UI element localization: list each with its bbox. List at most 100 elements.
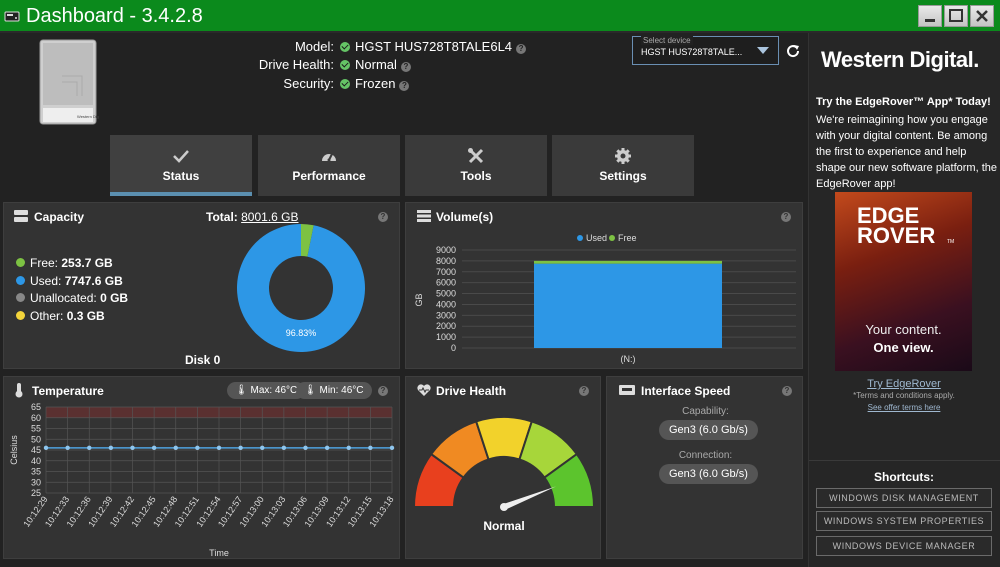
- banner-tm: TM: [947, 239, 955, 245]
- temp-point: [43, 445, 49, 451]
- unallocated-label: Unallocated:: [30, 291, 97, 305]
- volume-ytick-label: 4000: [436, 299, 456, 309]
- svg-text:Western Digital: Western Digital: [77, 114, 99, 119]
- temp-ytick-label: 50: [31, 434, 41, 444]
- shortcut-disk-management[interactable]: WINDOWS DISK MANAGEMENT: [816, 488, 992, 508]
- chevron-down-icon: [757, 47, 769, 54]
- tab-settings[interactable]: Settings: [552, 135, 694, 196]
- health-status-text: Normal: [483, 519, 525, 533]
- volume-ytick-label: 0: [451, 343, 456, 353]
- temp-point: [260, 445, 265, 451]
- temp-x-axis-label: Time: [209, 548, 229, 558]
- used-label: Used:: [30, 274, 62, 288]
- temp-ytick-label: 60: [31, 413, 41, 423]
- thermometer-icon: 🌡: [304, 385, 317, 396]
- hard-drive-image: Western Digital: [39, 39, 99, 125]
- volume-ytick-label: 5000: [436, 289, 456, 299]
- legend-free-label: Free: [618, 233, 637, 243]
- minimize-icon: [925, 19, 935, 22]
- total-value: 8001.6 GB: [241, 210, 299, 224]
- security-value: Frozen?: [340, 76, 410, 91]
- banner-tagline-1: Your content.: [865, 322, 942, 337]
- storage-icon: [14, 210, 28, 222]
- drive-health-title: Drive Health: [436, 384, 507, 398]
- close-icon: [976, 10, 988, 22]
- security-text: Frozen: [355, 76, 396, 91]
- legend-used-dot-icon: [577, 235, 583, 241]
- temp-point: [108, 445, 114, 451]
- interface-port-icon: [619, 385, 635, 395]
- health-gauge: [412, 416, 596, 511]
- heart-pulse-icon: [417, 384, 431, 396]
- shortcut-device-manager[interactable]: WINDOWS DEVICE MANAGER: [816, 536, 992, 556]
- ok-check-icon: [340, 60, 350, 70]
- gear-icon: [615, 148, 631, 164]
- close-button[interactable]: [970, 5, 994, 27]
- offer-terms-link[interactable]: See offer terms here: [809, 403, 999, 412]
- volume-list-icon: [417, 210, 431, 222]
- health-text: Normal: [355, 57, 397, 72]
- volumes-bar-chart: 0100020003000400050006000700080009000 GB U…: [414, 233, 796, 364]
- help-icon[interactable]: ?: [399, 81, 410, 91]
- temperature-line-chart: 25303540455055606510:12:2910:12:3310:12:…: [9, 402, 396, 558]
- help-icon[interactable]: ?: [782, 386, 792, 396]
- unallocated-value: 0 GB: [100, 291, 129, 305]
- other-label: Other:: [30, 309, 64, 323]
- help-icon[interactable]: ?: [579, 386, 589, 396]
- ok-check-icon: [340, 42, 350, 52]
- gauge-hub: [500, 503, 508, 511]
- shortcut-system-properties[interactable]: WINDOWS SYSTEM PROPERTIES: [816, 511, 992, 531]
- volume-ytick-label: 8000: [436, 256, 456, 266]
- min-temp-text: Min: 46°C: [319, 385, 364, 396]
- temp-point: [238, 445, 243, 451]
- minimize-button[interactable]: [918, 5, 942, 27]
- gauge-needle: [502, 486, 557, 510]
- drive-health-panel: Drive Health ? Normal: [405, 376, 601, 559]
- temperature-title: Temperature: [32, 384, 104, 398]
- maximize-icon: [949, 9, 963, 22]
- sidebar: Western Digital. Try the EdgeRover™ App*…: [808, 33, 1000, 567]
- temp-ytick-label: 55: [31, 424, 41, 434]
- max-temp-badge: 🌡 Max: 46°C: [227, 382, 306, 399]
- help-icon[interactable]: ?: [378, 212, 388, 222]
- tab-tools[interactable]: Tools: [405, 135, 547, 196]
- interface-speed-title: Interface Speed: [641, 384, 731, 398]
- tab-status[interactable]: Status: [110, 135, 252, 196]
- window-title: Dashboard - 3.4.2.8: [26, 5, 203, 27]
- title-bar[interactable]: Dashboard - 3.4.2.8: [0, 0, 1000, 33]
- help-icon[interactable]: ?: [400, 62, 411, 72]
- temp-ytick-label: 40: [31, 456, 41, 466]
- maximize-button[interactable]: [944, 5, 968, 27]
- edgerover-banner[interactable]: EDGE ROVER TM Your content. One view.: [835, 192, 972, 371]
- model-label: Model:: [294, 39, 334, 54]
- try-edgerover-link[interactable]: Try EdgeRover: [809, 378, 999, 390]
- divider: [809, 460, 1000, 461]
- refresh-icon[interactable]: [785, 43, 801, 59]
- security-label: Security:: [283, 76, 334, 91]
- temp-point: [87, 445, 92, 451]
- temp-point: [216, 445, 222, 451]
- capacity-donut-chart: 96.83%: [237, 224, 365, 352]
- other-value: 0.3 GB: [66, 309, 105, 323]
- used-dot-icon: [16, 276, 25, 285]
- capacity-total: Total: 8001.6 GB: [206, 210, 299, 224]
- legend-used: Used: 7747.6 GB: [16, 274, 123, 288]
- help-icon[interactable]: ?: [781, 212, 791, 222]
- volume-ytick-label: 3000: [436, 310, 456, 320]
- temp-ytick-label: 45: [31, 445, 41, 455]
- temp-ytick-label: 65: [31, 402, 41, 412]
- temp-point: [195, 445, 200, 451]
- volume-bar-free: [534, 260, 722, 264]
- volumes-panel: Volume(s) ? 0 1000 2000 3000 4000 5000 6000 700…: [405, 202, 803, 369]
- volume-ytick-label: 6000: [436, 278, 456, 288]
- terms-text: *Terms and conditions apply.: [853, 391, 955, 400]
- shortcuts-title: Shortcuts:: [874, 470, 934, 484]
- tab-performance[interactable]: Performance: [258, 135, 400, 196]
- device-select[interactable]: Select device HGST HUS728T8TALE...: [632, 36, 779, 65]
- connection-value: Gen3 (6.0 Gb/s): [659, 464, 758, 484]
- help-icon[interactable]: ?: [378, 386, 388, 396]
- device-select-label: Select device: [641, 36, 693, 45]
- temp-y-axis-label: Celsius: [9, 435, 19, 465]
- help-icon[interactable]: ?: [516, 44, 527, 54]
- volume-ytick-label: 7000: [436, 267, 456, 277]
